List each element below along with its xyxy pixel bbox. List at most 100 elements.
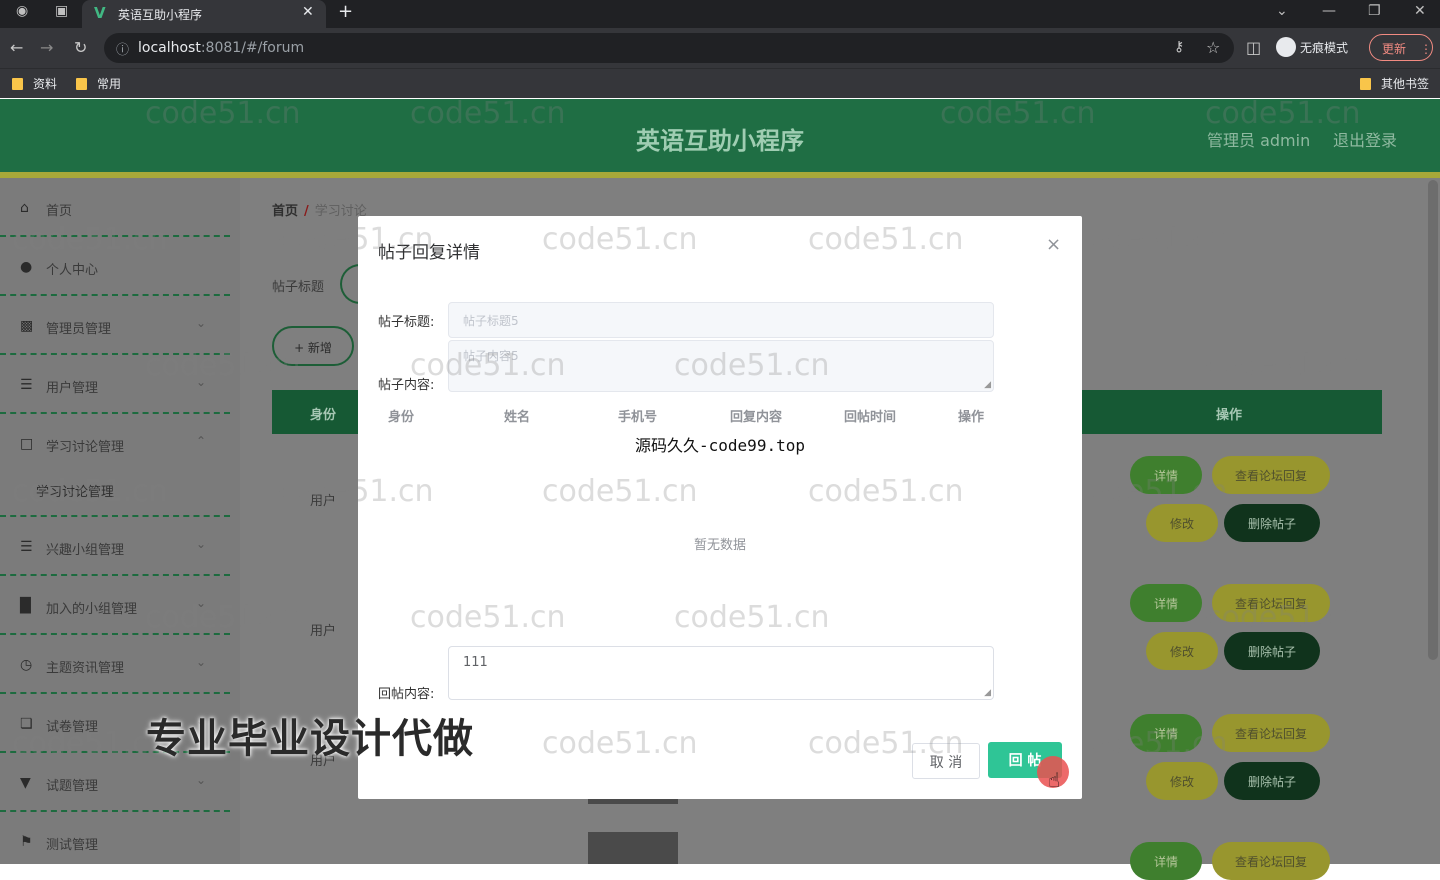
breadcrumb-home[interactable]: 首页 <box>272 204 298 219</box>
key-icon[interactable]: ⚷ <box>1174 39 1184 55</box>
sidebar-item-label: 兴趣小组管理 <box>46 543 125 558</box>
minimize-icon[interactable]: — <box>1322 3 1336 19</box>
sidebar-item-joined-groups[interactable]: █ 加入的小组管理 ⌄ <box>0 576 230 635</box>
reload-icon[interactable]: ↻ <box>74 38 87 57</box>
watermark: code51.cn <box>674 600 830 635</box>
column-header-identity: 身份 <box>310 408 337 423</box>
other-bookmarks[interactable]: 其他书签 <box>1360 75 1429 92</box>
sidebar-item-users[interactable]: ☰ 用户管理 ⌄ <box>0 355 230 414</box>
page-scrollbar[interactable] <box>1428 180 1438 660</box>
edit-button[interactable]: 修改 <box>1146 504 1218 542</box>
question-icon: ▼ <box>20 775 31 791</box>
incognito-indicator[interactable]: 无痕模式 <box>1276 37 1348 57</box>
view-replies-button[interactable]: 查看论坛回复 <box>1212 456 1330 494</box>
column-header: 身份 <box>388 410 415 425</box>
watermark: code51.cn <box>808 474 964 509</box>
sidebar-item-label: 管理员管理 <box>46 322 112 337</box>
detail-button[interactable]: 详情 <box>1130 714 1202 752</box>
watermark: code51.cn <box>808 222 964 257</box>
sidepanel-icon[interactable]: ◫ <box>1246 38 1261 57</box>
column-header: 回帖时间 <box>844 410 897 425</box>
sidebar-item-news[interactable]: ◷ 主题资讯管理 ⌄ <box>0 635 230 694</box>
tab-search-icon[interactable]: ▣ <box>55 3 68 19</box>
post-title-label: 帖子标题: <box>378 315 435 330</box>
close-icon[interactable]: × <box>1046 234 1061 255</box>
detail-button[interactable]: 详情 <box>1130 456 1202 494</box>
new-tab-icon[interactable]: + <box>338 1 353 22</box>
dialog-title: 帖子回复详情 <box>378 243 480 263</box>
sidebar-item-label: 个人中心 <box>46 263 99 278</box>
forward-icon[interactable]: → <box>40 38 53 57</box>
list-icon: ☰ <box>20 377 33 393</box>
resize-handle-icon[interactable]: ◢ <box>984 688 991 698</box>
update-button[interactable]: 更新 ⋮ <box>1369 34 1433 61</box>
post-title-field: 帖子标题5 <box>448 302 994 338</box>
tab-title: 英语互助小程序 <box>118 8 203 22</box>
delete-post-button[interactable]: 删除帖子 <box>1224 762 1320 800</box>
chevron-down-icon: ⌄ <box>196 316 207 330</box>
user-icon: ● <box>20 259 33 275</box>
kebab-menu-icon: ⋮ <box>1420 42 1433 56</box>
row-identity: 用户 <box>310 494 337 509</box>
reply-content-value: 111 <box>463 655 488 670</box>
chevron-down-icon: ⌄ <box>196 655 207 669</box>
chevron-down-icon: ⌄ <box>196 375 207 389</box>
breadcrumb-separator: / <box>304 204 309 219</box>
star-icon[interactable]: ☆ <box>1206 38 1220 57</box>
sidebar-item-groups[interactable]: ☰ 兴趣小组管理 ⌄ <box>0 517 230 576</box>
promo-overlay-text: 专业毕业设计代做 <box>146 716 474 762</box>
detail-button[interactable]: 详情 <box>1130 842 1202 880</box>
sidebar-item-profile[interactable]: ● 个人中心 <box>0 237 230 296</box>
cancel-button[interactable]: 取 消 <box>912 743 980 779</box>
detail-button[interactable]: 详情 <box>1130 584 1202 622</box>
browser-tab-bar: ◉ ▣ V 英语互助小程序 ✕ + ⌄ — ❐ ✕ <box>0 0 1440 28</box>
view-replies-button[interactable]: 查看论坛回复 <box>1212 714 1330 752</box>
paper-icon: ❏ <box>20 716 33 732</box>
empty-state-text: 暂无数据 <box>693 538 746 553</box>
restore-icon[interactable]: ❐ <box>1368 3 1381 19</box>
logout-link[interactable]: 退出登录 <box>1333 127 1397 151</box>
back-icon[interactable]: ← <box>10 38 23 57</box>
flag-icon: ⚑ <box>20 834 33 850</box>
sidebar-item-label: 主题资讯管理 <box>46 661 125 676</box>
sidebar-item-admins[interactable]: ▩ 管理员管理 ⌄ <box>0 296 230 355</box>
delete-post-button[interactable]: 删除帖子 <box>1224 504 1320 542</box>
reply-content-textarea[interactable]: 111 ◢ <box>448 646 994 700</box>
view-replies-button[interactable]: 查看论坛回复 <box>1212 842 1330 880</box>
hand-cursor-icon: ☝ <box>1048 768 1061 792</box>
edit-button[interactable]: 修改 <box>1146 762 1218 800</box>
resize-handle-icon[interactable]: ◢ <box>984 380 991 390</box>
browser-tab[interactable]: V 英语互助小程序 ✕ <box>82 0 326 28</box>
url-text: localhost:8081/#/forum <box>138 40 305 56</box>
clock-icon: ◷ <box>20 657 33 673</box>
column-header-action: 操作 <box>1216 408 1243 423</box>
browser-menu-icon[interactable]: ◉ <box>16 3 28 19</box>
sidebar-subitem-label: 学习讨论管理 <box>36 485 115 500</box>
sidebar-item-home[interactable]: ⌂ 首页 <box>0 178 230 237</box>
add-button[interactable]: + 新增 <box>272 326 354 366</box>
watermark: code51.cn <box>542 222 698 257</box>
sidebar-item-tests[interactable]: ⚑ 测试管理 <box>0 812 230 871</box>
tab-list-icon[interactable]: ⌄ <box>1276 3 1288 19</box>
chevron-down-icon: ⌄ <box>196 596 207 610</box>
address-bar[interactable]: ⓘ localhost:8081/#/forum ⚷ ☆ <box>104 33 1234 63</box>
admin-label: 管理员 admin <box>1207 131 1311 150</box>
source-watermark-text: 源码久久-code99.top <box>635 436 805 455</box>
forum-icon: □ <box>20 436 34 452</box>
sidebar-subitem-forum[interactable]: 学习讨论管理 <box>0 463 230 517</box>
watermark: code51.cn <box>410 600 566 635</box>
tab-close-icon[interactable]: ✕ <box>302 4 314 20</box>
close-window-icon[interactable]: ✕ <box>1414 3 1426 19</box>
bookmark-folder[interactable]: 常用 <box>76 75 121 92</box>
incognito-icon <box>1276 37 1296 57</box>
folder-icon <box>1360 78 1371 90</box>
watermark: code51.cn <box>542 474 698 509</box>
post-content-value: 帖子内容5 <box>463 349 519 363</box>
delete-post-button[interactable]: 删除帖子 <box>1224 632 1320 670</box>
bookmark-folder[interactable]: 资料 <box>12 75 57 92</box>
column-header: 操作 <box>958 410 985 425</box>
view-replies-button[interactable]: 查看论坛回复 <box>1212 584 1330 622</box>
list-icon: ☰ <box>20 539 33 555</box>
edit-button[interactable]: 修改 <box>1146 632 1218 670</box>
site-info-icon[interactable]: ⓘ <box>116 39 129 58</box>
